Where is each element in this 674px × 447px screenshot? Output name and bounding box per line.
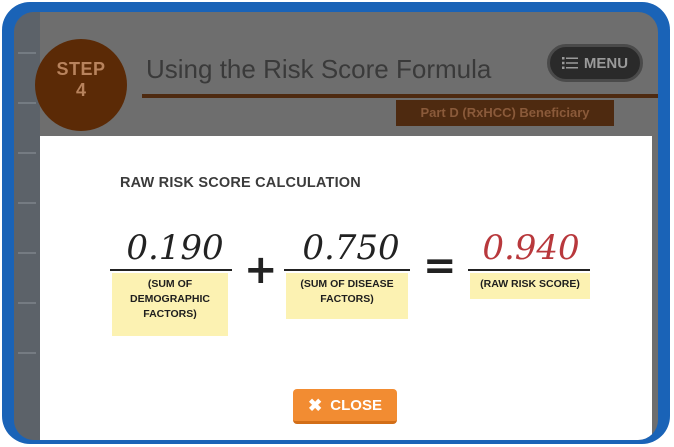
app-viewport: STEP 4 Using the Risk Score Formula Part… (14, 12, 658, 440)
app-frame: STEP 4 Using the Risk Score Formula Part… (2, 2, 670, 444)
calculation-modal: RAW RISK SCORE CALCULATION 0.190 (SUM OF… (40, 136, 652, 440)
demographic-underline (110, 269, 232, 271)
x-icon: ✖ (308, 395, 323, 415)
menu-button[interactable]: MENU (547, 44, 643, 82)
header-divider (142, 94, 658, 98)
step-number: 4 (75, 80, 86, 100)
menu-label: MENU (583, 54, 629, 72)
disease-underline (284, 269, 410, 271)
page-title: Using the Risk Score Formula (146, 54, 492, 84)
modal-title: RAW RISK SCORE CALCULATION (120, 175, 361, 191)
raw-risk-score-underline (468, 269, 590, 271)
disease-value: 0.750 (302, 228, 400, 268)
demographic-label: (SUM OF DEMOGRAPHIC FACTORS) (112, 273, 228, 336)
list-icon (561, 57, 578, 69)
close-button[interactable]: ✖ CLOSE (293, 389, 397, 424)
disease-label: (SUM OF DISEASE FACTORS) (286, 273, 408, 319)
equals-sign: = (423, 243, 457, 289)
step-word: STEP (56, 59, 106, 79)
raw-risk-score-label: (RAW RISK SCORE) (470, 273, 590, 299)
demographic-value: 0.190 (126, 228, 224, 268)
raw-risk-score-value: 0.940 (482, 228, 580, 268)
step-indicator: STEP 4 (35, 39, 127, 131)
part-badge: Part D (RxHCC) Beneficiary (396, 100, 614, 126)
close-label: CLOSE (330, 396, 382, 414)
plus-sign: + (244, 247, 278, 293)
